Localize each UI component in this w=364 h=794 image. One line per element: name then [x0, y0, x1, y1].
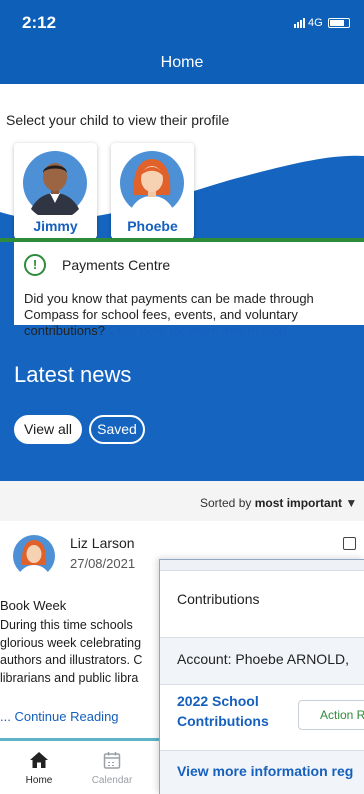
view-more-link[interactable]: View more information reg	[177, 763, 353, 779]
nav-calendar[interactable]: Calendar	[80, 738, 144, 794]
avatar	[120, 151, 184, 215]
account-row: Account: Phoebe ARNOLD,	[160, 637, 364, 685]
profile-selector: Select your child to view their profile …	[0, 84, 364, 240]
sort-prefix: Sorted by	[200, 496, 252, 510]
view-more-row[interactable]: View more information reg	[160, 750, 364, 794]
excerpt-line: glorious week celebrating	[0, 635, 142, 650]
article-title: Book Week	[0, 598, 67, 613]
page-title: Home	[160, 54, 204, 71]
nav-label: Calendar	[91, 775, 133, 786]
status-time: 2:12	[22, 13, 57, 32]
action-required-button[interactable]: Action R	[298, 700, 364, 730]
signal-icon	[294, 18, 305, 28]
nav-label: Home	[25, 775, 53, 786]
excerpt-line: librarians and public libra	[0, 670, 139, 685]
payments-info-link[interactable]: Click here for more information	[109, 323, 287, 338]
filter-view-all[interactable]: View all	[14, 415, 82, 444]
battery-icon	[327, 18, 350, 28]
home-icon	[30, 752, 48, 768]
exclamation-circle-icon: !	[24, 254, 46, 276]
network-type: 4G	[308, 17, 323, 29]
continue-reading-link[interactable]: ... Continue Reading	[0, 709, 119, 724]
article-excerpt: During this time schools glorious week c…	[0, 617, 154, 687]
profile-prompt: Select your child to view their profile	[6, 112, 230, 128]
author-avatar	[13, 535, 55, 577]
save-checkbox[interactable]	[343, 537, 356, 550]
app-bar: Home	[0, 44, 364, 84]
sort-value: most important	[254, 496, 343, 510]
account-label: Account: Phoebe ARNOLD,	[177, 651, 349, 667]
child-card-jimmy[interactable]: Jimmy	[14, 143, 97, 239]
post-date: 27/08/2021	[70, 556, 136, 571]
nav-home[interactable]: Home	[7, 738, 71, 794]
contributions-title: Contributions	[177, 591, 260, 607]
child-name: Jimmy	[33, 218, 78, 234]
caret-down-icon: ▼	[345, 496, 358, 510]
payments-title: Payments Centre	[62, 257, 171, 273]
child-name: Phoebe	[127, 218, 178, 234]
sort-selector[interactable]: Sorted by most important ▼	[200, 496, 357, 510]
excerpt-line: authors and illustrators. C	[0, 653, 143, 667]
payments-centre-card: ! Payments Centre Did you know that paym…	[14, 242, 364, 338]
status-bar: 2:12 4G	[0, 0, 364, 44]
status-indicators: 4G	[294, 17, 350, 29]
author-name: Liz Larson	[70, 535, 135, 551]
filter-saved[interactable]: Saved	[89, 415, 145, 444]
panel-header-strip	[160, 560, 364, 571]
payments-message: Did you know that payments can be made t…	[24, 291, 364, 339]
avatar	[23, 151, 87, 215]
child-card-phoebe[interactable]: Phoebe	[111, 143, 194, 239]
calendar-icon	[103, 752, 121, 769]
contributions-panel: Contributions Account: Phoebe ARNOLD, 20…	[159, 559, 364, 794]
excerpt-line: During this time schools	[0, 618, 133, 632]
bottom-nav: Home Calendar	[0, 738, 160, 794]
contribution-name[interactable]: 2022 School Contributions	[177, 691, 277, 731]
news-heading: Latest news	[14, 362, 132, 387]
